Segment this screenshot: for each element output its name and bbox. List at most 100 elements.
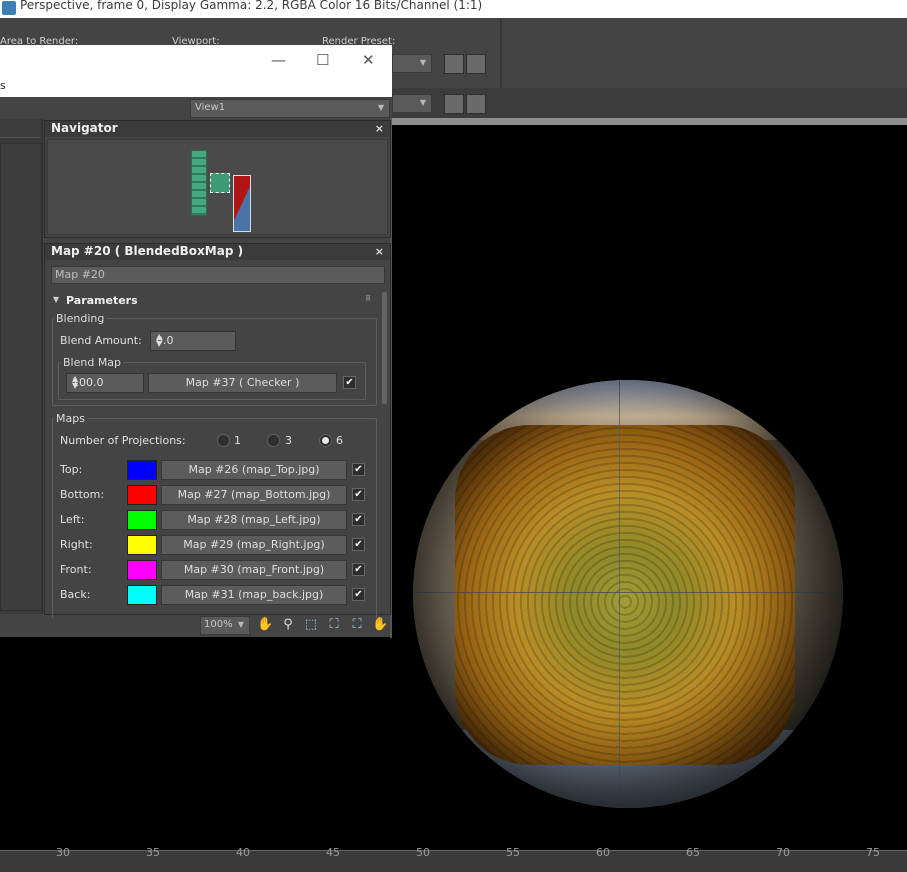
canvas-top-border (392, 118, 907, 125)
close-button[interactable]: ✕ (362, 51, 375, 69)
map-name-value: Map #20 (55, 268, 105, 281)
back-color-swatch[interactable] (127, 585, 157, 605)
front-map-label: Front: (60, 563, 92, 576)
ruler-tick: 65 (686, 846, 700, 859)
timeline-ruler[interactable]: 30 35 40 45 50 55 60 65 70 75 (0, 846, 907, 872)
back-map-button[interactable]: Map #31 (map_back.jpg) (161, 585, 347, 605)
bottom-map-label: Bottom: (60, 488, 105, 501)
material-browser-list[interactable] (0, 143, 42, 611)
blending-group-label: Blending (54, 312, 107, 325)
render-preset-dropdown[interactable]: ▼ (392, 54, 432, 73)
right-color-swatch[interactable] (127, 535, 157, 555)
spinner-arrows-icon[interactable]: ▲ ▼ (156, 333, 232, 348)
material-browser-header (0, 119, 40, 138)
projection-radio-1[interactable] (217, 434, 230, 447)
map-panel-close-icon[interactable]: × (375, 245, 384, 258)
projection-option-label: 6 (336, 434, 343, 447)
top-color-swatch[interactable] (127, 460, 157, 480)
zoom-magnifier-icon[interactable]: ⚲ (280, 617, 296, 633)
panel-scrollbar[interactable] (382, 292, 387, 404)
ruler-tick: 70 (776, 846, 790, 859)
clone-frame-icon[interactable] (444, 94, 464, 114)
map-panel-header: Map #20 ( BlendedBoxMap ) × (45, 244, 390, 260)
top-map-checkbox[interactable]: ✔ (352, 463, 365, 476)
bottom-color-swatch[interactable] (127, 485, 157, 505)
bottom-map-checkbox[interactable]: ✔ (352, 488, 365, 501)
projection-option-label: 1 (234, 434, 241, 447)
blend-amount-spinner[interactable]: 0.0 ▲ ▼ (150, 331, 236, 351)
left-map-button[interactable]: Map #28 (map_Left.jpg) (161, 510, 347, 530)
top-map-button[interactable]: Map #26 (map_Top.jpg) (161, 460, 347, 480)
blend-map-group-label: Blend Map (61, 356, 124, 369)
slate-editor-window-frame: — ☐ ✕ s (0, 45, 392, 97)
spinner-arrows-icon[interactable]: ▲ ▼ (72, 375, 140, 390)
ruler-tick: 55 (506, 846, 520, 859)
back-map-checkbox[interactable]: ✔ (352, 588, 365, 601)
ruler-tick: 60 (596, 846, 610, 859)
front-color-swatch[interactable] (127, 560, 157, 580)
maps-group-label: Maps (54, 412, 87, 425)
rendered-sphere-image (413, 380, 843, 808)
blend-map-amount-spinner[interactable]: 100.0 ▲ ▼ (66, 373, 144, 393)
blend-map-checkbox[interactable]: ✔ (343, 376, 356, 389)
maximize-button[interactable]: ☐ (316, 51, 329, 69)
map-name-field[interactable]: Map #20 (51, 266, 385, 284)
blend-map-button[interactable]: Map #37 ( Checker ) (148, 373, 337, 393)
num-projections-label: Number of Projections: (60, 434, 186, 447)
material-browser-panel (0, 119, 43, 614)
zoom-dropdown[interactable]: 100% ▼ (200, 616, 250, 635)
navigator-title: Navigator (51, 121, 118, 135)
view-dropdown[interactable]: View1 ▼ (190, 99, 390, 118)
environment-icon[interactable] (466, 54, 486, 74)
back-map-label: Back: (60, 588, 91, 601)
ruler-tick: 40 (236, 846, 250, 859)
bottom-map-button[interactable]: Map #27 (map_Bottom.jpg) (161, 485, 347, 505)
ruler-tick: 30 (56, 846, 70, 859)
nav-node-column (191, 150, 207, 216)
projection-radio-3[interactable] (267, 434, 280, 447)
ruler-tick: 50 (416, 846, 430, 859)
zoom-region-icon[interactable]: ⬚ (303, 617, 319, 633)
zoom-value: 100% (204, 619, 233, 630)
render-setup-icon[interactable] (444, 54, 464, 74)
app-icon (2, 1, 16, 15)
ruler-tick: 45 (326, 846, 340, 859)
right-map-label: Right: (60, 538, 93, 551)
nav-node-selected (210, 173, 230, 193)
right-map-button[interactable]: Map #29 (map_Right.jpg) (161, 535, 347, 555)
navigator-view[interactable] (47, 139, 388, 235)
projection-option-label: 3 (285, 434, 292, 447)
rollout-collapse-icon[interactable]: ▼ (53, 295, 59, 304)
parameters-rollout-title[interactable]: Parameters (66, 294, 138, 307)
nav-viewport-rect[interactable] (233, 175, 251, 232)
toolbar-divider (500, 18, 502, 88)
navigator-header: Navigator × (45, 121, 390, 137)
right-map-checkbox[interactable]: ✔ (352, 538, 365, 551)
ruler-tick: 35 (146, 846, 160, 859)
title-text: Perspective, frame 0, Display Gamma: 2.2… (20, 0, 483, 12)
sphere-shading (413, 380, 843, 808)
front-map-checkbox[interactable]: ✔ (352, 563, 365, 576)
channel-dropdown[interactable]: ▼ (392, 94, 432, 113)
zoom-extents-icon[interactable]: ⛶ (326, 617, 342, 633)
front-map-button[interactable]: Map #30 (map_Front.jpg) (161, 560, 347, 580)
map-panel-title: Map #20 ( BlendedBoxMap ) (51, 244, 244, 258)
rollout-grip-icon: ⠿ (365, 294, 372, 303)
view-dropdown-value: View1 (195, 102, 226, 113)
zoom-selected-icon[interactable]: ⛶ (349, 617, 365, 633)
left-map-label: Left: (60, 513, 85, 526)
left-map-checkbox[interactable]: ✔ (352, 513, 365, 526)
minimize-button[interactable]: — (271, 51, 286, 69)
pan-hand-icon[interactable]: ✋ (257, 617, 273, 633)
menu-fragment[interactable]: s (0, 79, 6, 92)
navigator-close-icon[interactable]: × (375, 122, 384, 135)
title-bar: Perspective, frame 0, Display Gamma: 2.2… (0, 0, 907, 18)
projection-radio-6[interactable] (319, 434, 332, 447)
ruler-tick: 75 (866, 846, 880, 859)
top-map-label: Top: (60, 463, 83, 476)
blend-amount-label: Blend Amount: (60, 334, 142, 347)
left-color-swatch[interactable] (127, 510, 157, 530)
navigator-panel: Navigator × (44, 120, 391, 238)
pan-view-icon[interactable]: ✋ (372, 617, 388, 633)
print-image-icon[interactable] (466, 94, 486, 114)
